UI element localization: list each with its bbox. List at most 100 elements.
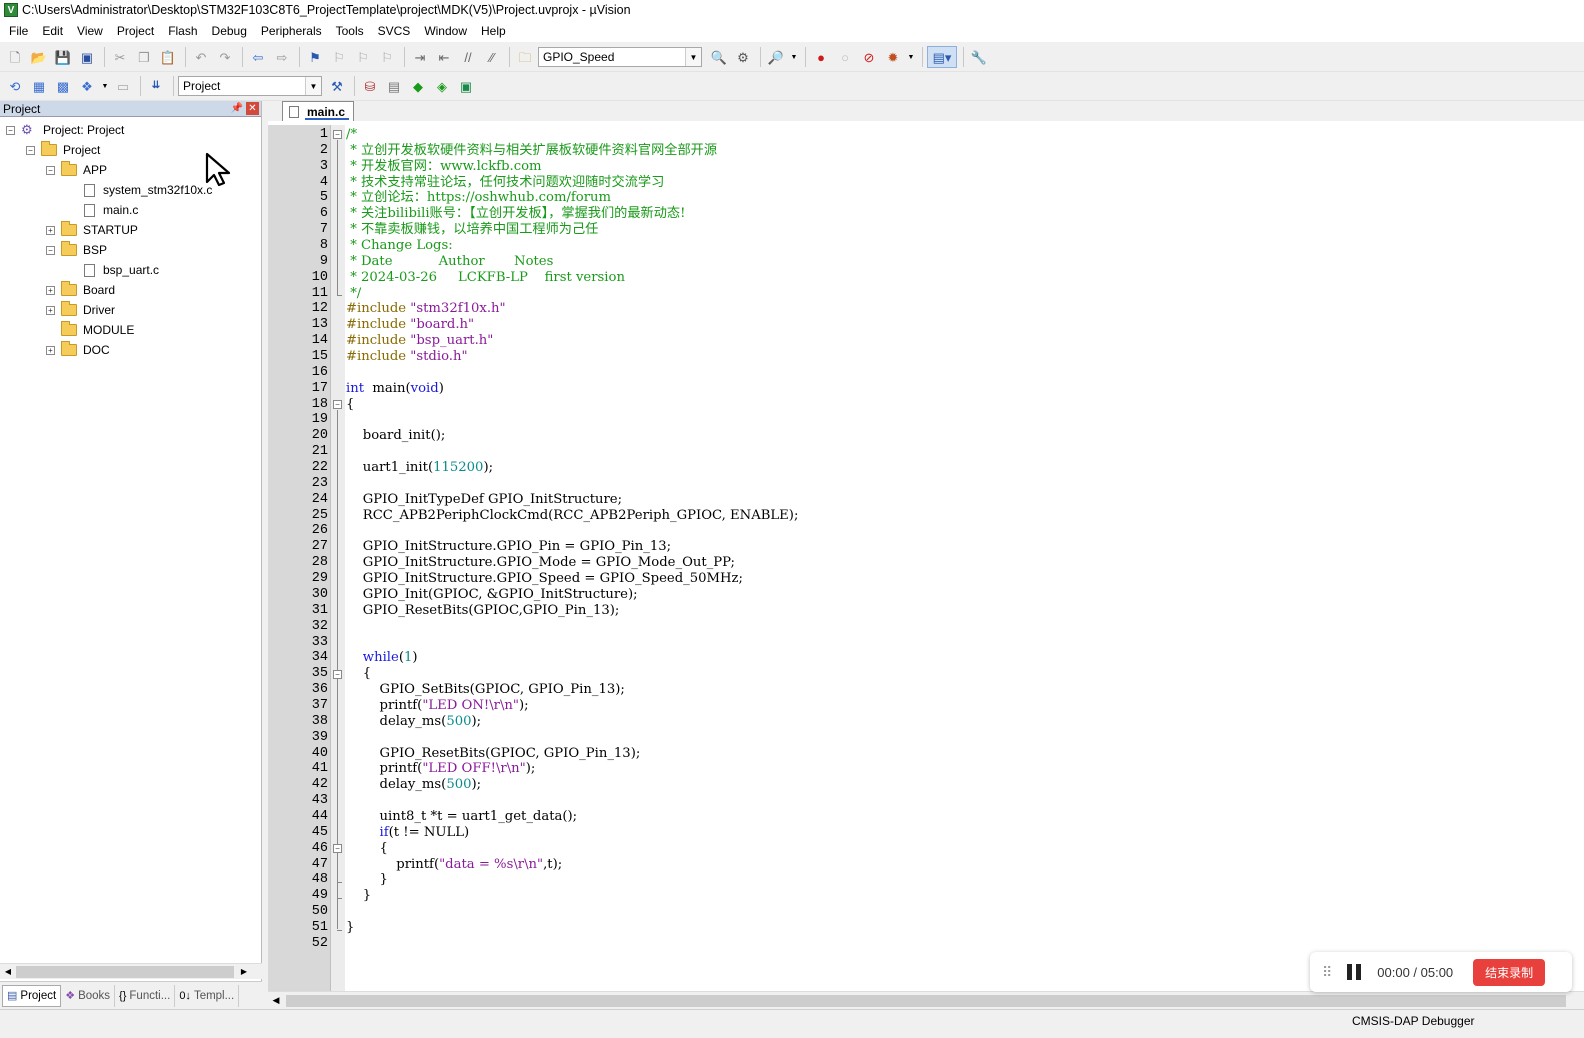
indent-icon[interactable]: ⇥ [409,46,431,68]
manage-project-icon[interactable]: ⛁ [359,75,381,97]
code-line[interactable]: * 立创论坛：https://oshwhub.com/forum [346,190,798,206]
code-line[interactable]: GPIO_SetBits(GPIOC, GPIO_Pin_13); [346,682,798,698]
menu-flash[interactable]: Flash [161,24,204,38]
pin-icon[interactable]: 📌 [231,102,243,114]
code-line[interactable] [346,904,798,920]
menu-tools[interactable]: Tools [329,24,371,38]
scroll-left-icon[interactable]: ◀ [0,964,16,980]
config-icon[interactable]: ✹ [882,46,904,68]
code-line[interactable]: * 立创开发板软硬件资料与相关扩展板软硬件资料官网全部开源 [346,143,798,159]
kill-breakpoints-icon[interactable]: ⊘ [858,46,880,68]
tab-templates[interactable]: 0↓ Templ... [175,984,240,1007]
code-line[interactable] [346,635,798,651]
tree-node-file[interactable]: system_stm32f10x.c [66,181,212,199]
code-line[interactable]: GPIO_ResetBits(GPIOC, GPIO_Pin_13); [346,746,798,762]
code-line[interactable]: if(t != NULL) [346,825,798,841]
nav-back-icon[interactable]: ⇦ [247,46,269,68]
cut-icon[interactable]: ✂ [109,46,131,68]
code-text[interactable]: /* * 立创开发板软硬件资料与相关扩展板软硬件资料官网全部开源 * 开发板官网… [346,127,798,952]
disable-breakpoint-icon[interactable]: ○ [834,46,856,68]
code-line[interactable]: } [346,920,798,936]
clear-bookmarks-icon[interactable]: ⚐ [376,46,398,68]
tab-project[interactable]: ▤ Project [2,984,62,1007]
wrench-icon[interactable]: 🔧 [968,46,990,68]
code-line[interactable]: printf("LED OFF!\r\n"); [346,761,798,777]
menu-edit[interactable]: Edit [35,24,70,38]
menu-window[interactable]: Window [417,24,474,38]
tree-node-project-root[interactable]: − ⚙ Project: Project [6,121,124,139]
pack-installer-icon[interactable]: ◆ [407,75,429,97]
scroll-right-icon[interactable]: ▶ [236,964,252,980]
next-bookmark-icon[interactable]: ⚐ [352,46,374,68]
collapse-icon[interactable]: − [46,245,55,255]
tab-functions[interactable]: {} Functi... [115,984,176,1007]
comment-icon[interactable]: // [457,46,479,68]
code-line[interactable]: GPIO_InitStructure.GPIO_Speed = GPIO_Spe… [346,571,798,587]
code-line[interactable]: board_init(); [346,428,798,444]
code-line[interactable]: GPIO_InitTypeDef GPIO_InitStructure; [346,492,798,508]
collapse-icon[interactable]: − [46,165,55,175]
code-line[interactable]: delay_ms(500); [346,777,798,793]
prev-bookmark-icon[interactable]: ⚐ [328,46,350,68]
pause-icon[interactable] [1347,964,1363,980]
code-area[interactable]: 1 2 3 4 5 6 7 8 9 10 11 12 13 14 15 16 17 18 19 20 21 22 23 24 2… [268,125,1584,991]
code-line[interactable]: #include "bsp_uart.h" [346,333,798,349]
chevron-down-icon[interactable]: ▼ [685,48,701,66]
batch-build-icon[interactable]: ❖ [76,75,98,97]
rebuild-icon[interactable]: ▩ [52,75,74,97]
download-load-icon[interactable]: ⇊ [145,75,167,97]
code-line[interactable]: while(1) [346,650,798,666]
code-line[interactable]: #include "stm32f10x.h" [346,301,798,317]
code-line[interactable] [346,730,798,746]
build-icon[interactable]: ▦ [28,75,50,97]
tree-node-board[interactable]: + Board [46,281,115,299]
code-line[interactable]: printf("LED ON!\r\n"); [346,698,798,714]
code-line[interactable]: GPIO_InitStructure.GPIO_Mode = GPIO_Mode… [346,555,798,571]
save-icon[interactable]: 💾 [52,46,74,68]
code-line[interactable]: #include "stdio.h" [346,349,798,365]
stop-recording-button[interactable]: 结束录制 [1473,958,1546,986]
code-line[interactable]: * 2024-03-26 LCKFB-LP first version [346,270,798,286]
tree-node-startup[interactable]: + STARTUP [46,221,138,239]
close-icon[interactable]: ✕ [246,102,259,115]
project-pane-hscrollbar[interactable]: ◀ ▶ [0,963,262,979]
manage-rte-icon[interactable]: ▣ [455,75,477,97]
target-options-icon[interactable]: ⚒ [326,75,348,97]
code-line[interactable]: * 开发板官网：www.lckfb.com [346,159,798,175]
code-line[interactable]: RCC_APB2PeriphClockCmd(RCC_APB2Periph_GP… [346,508,799,524]
code-line[interactable] [346,523,798,539]
code-line[interactable] [346,936,798,952]
code-line[interactable]: int main(void) [346,381,798,397]
select-packs-icon[interactable]: ◈ [431,75,453,97]
code-line[interactable]: delay_ms(500); [346,714,798,730]
code-line[interactable]: * Change Logs: [346,238,798,254]
debug-session-icon[interactable]: 🔎 [765,46,787,68]
code-line[interactable]: * 不靠卖板赚钱，以培养中国工程师为己任 [346,222,798,238]
menu-svcs[interactable]: SVCS [371,24,418,38]
nav-forward-icon[interactable]: ⇨ [271,46,293,68]
target-combo[interactable]: Project ▼ [178,76,322,96]
bookmark-icon[interactable]: ⚑ [304,46,326,68]
code-line[interactable] [346,412,798,428]
code-line[interactable]: * 关注bilibili账号：【立创开发板】，掌握我们的最新动态! [346,206,798,222]
code-line[interactable]: */ [346,286,798,302]
scroll-left-icon[interactable]: ◀ [268,995,284,1006]
fold-toggle-icon[interactable]: − [333,844,342,854]
save-all-icon[interactable]: ▣ [76,46,98,68]
tree-node-app[interactable]: − APP [46,161,107,179]
tree-node-target[interactable]: − Project [26,141,100,159]
fold-toggle-icon[interactable]: − [333,399,342,409]
chevron-down-icon[interactable]: ▼ [789,46,799,68]
scroll-thumb[interactable] [16,966,234,978]
tab-main-c[interactable]: main.c [282,101,355,121]
fold-toggle-icon[interactable]: − [333,669,342,679]
expand-icon[interactable]: + [46,225,55,235]
drag-handle-icon[interactable]: ⠿ [1322,964,1333,981]
unindent-icon[interactable]: ⇤ [433,46,455,68]
menu-view[interactable]: View [70,24,110,38]
chevron-down-icon[interactable]: ▼ [906,46,916,68]
code-line[interactable]: { [346,841,798,857]
code-line[interactable]: uint8_t *t = uart1_get_data(); [346,809,798,825]
tree-node-file[interactable]: bsp_uart.c [66,261,159,279]
tree-node-bsp[interactable]: − BSP [46,241,107,259]
